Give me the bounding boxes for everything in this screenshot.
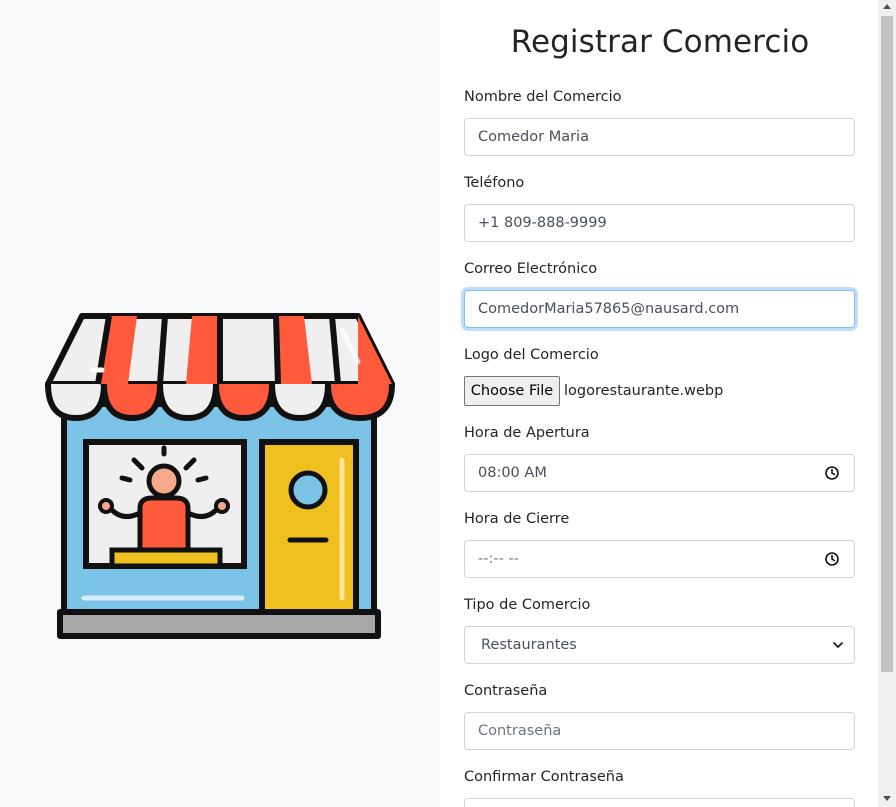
contrasena-label: Contraseña bbox=[464, 683, 548, 699]
page-title: Registrar Comercio bbox=[510, 24, 810, 60]
logo-filename: logorestaurante.webp bbox=[564, 383, 724, 399]
tipo-selected: Restaurantes bbox=[481, 637, 577, 653]
clock-icon[interactable] bbox=[825, 466, 839, 480]
illustration-panel bbox=[0, 0, 440, 807]
clock-icon[interactable] bbox=[825, 552, 839, 566]
storefront-icon bbox=[45, 313, 395, 639]
confirmar-label: Confirmar Contraseña bbox=[464, 769, 624, 785]
confirmar-input[interactable] bbox=[464, 798, 855, 807]
telefono-value: +1 809-888-9999 bbox=[478, 215, 607, 231]
register-form-panel: Registrar Comercio Nombre del Comercio C… bbox=[440, 0, 878, 807]
correo-value: ComedorMaria57865@nausard.com bbox=[478, 301, 740, 317]
logo-label: Logo del Comercio bbox=[464, 347, 599, 363]
correo-input[interactable]: ComedorMaria57865@nausard.com bbox=[464, 290, 855, 328]
cierre-time-input[interactable]: --:-- -- bbox=[464, 540, 855, 578]
telefono-label: Teléfono bbox=[464, 175, 525, 191]
correo-label: Correo Electrónico bbox=[464, 261, 598, 277]
contrasena-placeholder: Contraseña bbox=[478, 723, 562, 739]
cierre-label: Hora de Cierre bbox=[464, 511, 570, 527]
scroll-up-arrow-icon[interactable] bbox=[883, 4, 891, 9]
tipo-select[interactable]: Restaurantes bbox=[464, 626, 855, 664]
nombre-value: Comedor Maria bbox=[478, 129, 589, 145]
nombre-label: Nombre del Comercio bbox=[464, 89, 622, 105]
nombre-input[interactable]: Comedor Maria bbox=[464, 118, 855, 156]
scrollbar-thumb[interactable] bbox=[881, 16, 893, 672]
apertura-time-input[interactable]: 08:00 AM bbox=[464, 454, 855, 492]
contrasena-input[interactable]: Contraseña bbox=[464, 712, 855, 750]
cierre-value: --:-- -- bbox=[478, 551, 519, 567]
chevron-down-icon bbox=[833, 642, 843, 648]
telefono-input[interactable]: +1 809-888-9999 bbox=[464, 204, 855, 242]
apertura-value: 08:00 AM bbox=[478, 465, 547, 481]
tipo-label: Tipo de Comercio bbox=[464, 597, 591, 613]
choose-file-button[interactable]: Choose File bbox=[464, 376, 560, 406]
apertura-label: Hora de Apertura bbox=[464, 425, 590, 441]
scroll-down-arrow-icon[interactable] bbox=[883, 796, 891, 801]
